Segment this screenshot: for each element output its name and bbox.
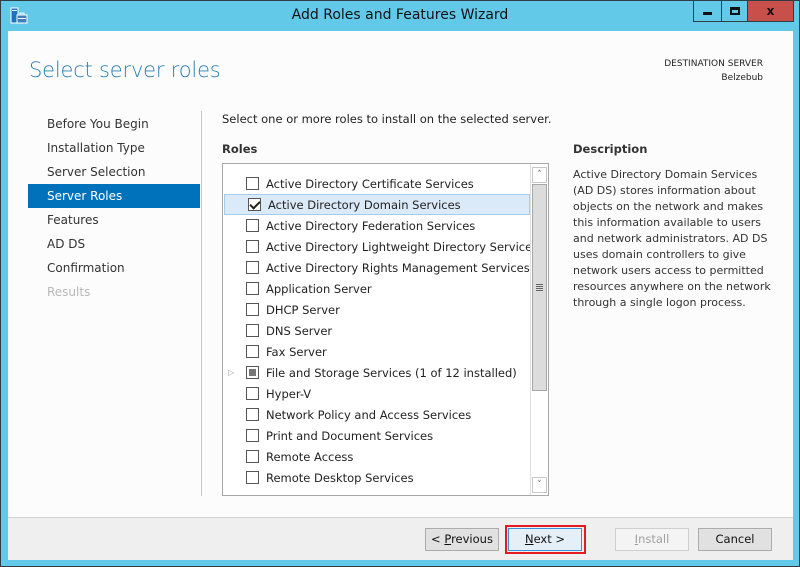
role-label: Active Directory Certificate Services bbox=[266, 176, 474, 191]
role-checkbox[interactable] bbox=[246, 387, 259, 400]
next-accel: N bbox=[524, 532, 534, 546]
role-checkbox[interactable] bbox=[246, 408, 259, 421]
close-button[interactable]: x bbox=[747, 1, 794, 22]
chevron-down-icon: ˅ bbox=[537, 480, 542, 490]
role-checkbox[interactable] bbox=[246, 240, 259, 253]
window-title: Add Roles and Features Wizard bbox=[291, 7, 509, 23]
role-row[interactable]: Remote Desktop Services bbox=[223, 467, 530, 488]
role-label: Remote Access bbox=[266, 449, 354, 464]
role-checkbox[interactable] bbox=[246, 261, 259, 274]
nav-divider bbox=[201, 111, 202, 496]
install-rest: nstall bbox=[638, 532, 670, 546]
role-checkbox[interactable] bbox=[246, 450, 259, 463]
role-checkbox[interactable] bbox=[246, 282, 259, 295]
role-label: Network Policy and Access Services bbox=[266, 407, 472, 422]
role-checkbox[interactable] bbox=[246, 219, 259, 232]
roles-list[interactable]: Remote Desktop Services Remote Access Prin… bbox=[222, 163, 549, 496]
role-row[interactable]: Hyper-V bbox=[223, 383, 530, 404]
destination-server: DESTINATION SERVER Belzebub bbox=[664, 57, 763, 85]
nav-item-features[interactable]: Features bbox=[28, 208, 200, 232]
destination-server-name: Belzebub bbox=[721, 73, 763, 83]
destination-label: DESTINATION SERVER bbox=[664, 59, 763, 69]
role-checkbox[interactable] bbox=[246, 177, 259, 190]
role-label: Print and Document Services bbox=[266, 428, 434, 443]
previous-rest: revious bbox=[451, 532, 493, 546]
minimize-button[interactable] bbox=[693, 1, 722, 22]
minimize-icon bbox=[703, 12, 712, 15]
role-row[interactable]: Print and Document Services bbox=[223, 425, 530, 446]
role-row[interactable]: Application Server bbox=[223, 278, 530, 299]
wizard-window: Add Roles and Features Wizard x Select s… bbox=[0, 0, 800, 567]
grip-icon bbox=[536, 284, 543, 291]
maximize-icon bbox=[729, 7, 740, 15]
role-checkbox[interactable] bbox=[246, 366, 259, 379]
maximize-button[interactable] bbox=[721, 1, 748, 22]
nav-item-server-selection[interactable]: Server Selection bbox=[28, 160, 200, 184]
role-label: Remote Desktop Services bbox=[266, 470, 414, 485]
chevron-up-icon: ˄ bbox=[537, 170, 542, 180]
nav-item-results: Results bbox=[47, 285, 91, 299]
role-row[interactable]: Active Directory Domain Services bbox=[224, 194, 530, 215]
role-checkbox[interactable] bbox=[248, 198, 261, 211]
scroll-down-button[interactable]: ˅ bbox=[532, 477, 547, 493]
nav-item-confirmation[interactable]: Confirmation bbox=[28, 256, 200, 280]
previous-button[interactable]: < Previous bbox=[425, 528, 499, 551]
roles-header: Roles bbox=[222, 142, 258, 156]
roles-scrollbar[interactable]: ˄ ˅ bbox=[530, 164, 548, 495]
description-header: Description bbox=[573, 142, 648, 156]
role-label: Fax Server bbox=[266, 344, 327, 359]
role-label: Active Directory Federation Services bbox=[266, 218, 476, 233]
role-label: Application Server bbox=[266, 281, 372, 296]
role-label: Active Directory Lightweight Directory S… bbox=[266, 239, 539, 254]
next-rest: ext > bbox=[533, 532, 566, 546]
role-row[interactable]: Active Directory Federation Services bbox=[223, 215, 530, 236]
role-row[interactable]: ▷ File and Storage Services (1 of 12 inst… bbox=[223, 362, 530, 383]
next-button[interactable]: Next > bbox=[508, 528, 582, 551]
role-label: Active Directory Rights Management Servi… bbox=[266, 260, 530, 275]
role-label: DNS Server bbox=[266, 323, 333, 338]
role-checkbox[interactable] bbox=[246, 471, 259, 484]
nav-item-before-you-begin[interactable]: Before You Begin bbox=[28, 112, 200, 136]
scroll-up-button[interactable]: ˄ bbox=[532, 167, 547, 183]
role-label: Active Directory Domain Services bbox=[268, 197, 461, 212]
description-text: Active Directory Domain Services (AD DS)… bbox=[573, 168, 771, 309]
nav-item-server-roles[interactable]: Server Roles bbox=[28, 184, 200, 208]
role-row[interactable]: Active Directory Rights Management Servi… bbox=[223, 257, 530, 278]
scroll-thumb[interactable] bbox=[532, 184, 547, 391]
wizard-content: Select server roles DESTINATION SERVER B… bbox=[8, 31, 793, 560]
role-row[interactable]: Network Policy and Access Services bbox=[223, 404, 530, 425]
role-row[interactable]: DHCP Server bbox=[223, 299, 530, 320]
expand-arrow-icon[interactable]: ▷ bbox=[228, 368, 234, 377]
close-icon: x bbox=[766, 4, 775, 18]
nav-item-installation-type[interactable]: Installation Type bbox=[28, 136, 200, 160]
cancel-button[interactable]: Cancel bbox=[698, 528, 772, 551]
page-title: Select server roles bbox=[29, 58, 221, 82]
title-bar[interactable]: Add Roles and Features Wizard x bbox=[1, 1, 799, 31]
role-row[interactable]: Remote Access bbox=[223, 446, 530, 467]
previous-prefix: < bbox=[431, 532, 445, 546]
role-row[interactable]: Active Directory Certificate Services bbox=[223, 173, 530, 194]
role-checkbox[interactable] bbox=[246, 429, 259, 442]
role-label: File and Storage Services (1 of 12 insta… bbox=[266, 365, 517, 380]
role-checkbox[interactable] bbox=[246, 345, 259, 358]
role-row[interactable]: DNS Server bbox=[223, 320, 530, 341]
wizard-footer: < Previous Next > Install Cancel bbox=[8, 517, 793, 560]
roles-instruction: Select one or more roles to install on t… bbox=[222, 112, 552, 126]
role-label: Hyper-V bbox=[266, 386, 312, 401]
role-checkbox[interactable] bbox=[246, 324, 259, 337]
role-label: DHCP Server bbox=[266, 302, 340, 317]
wizard-steps-nav: Before You Begin Installation Type Server … bbox=[28, 112, 200, 304]
nav-item-ad-ds[interactable]: AD DS bbox=[28, 232, 200, 256]
role-checkbox[interactable] bbox=[246, 303, 259, 316]
install-button[interactable]: Install bbox=[615, 528, 689, 551]
role-row[interactable]: Active Directory Lightweight Directory S… bbox=[223, 236, 538, 257]
role-row[interactable]: Fax Server bbox=[223, 341, 530, 362]
